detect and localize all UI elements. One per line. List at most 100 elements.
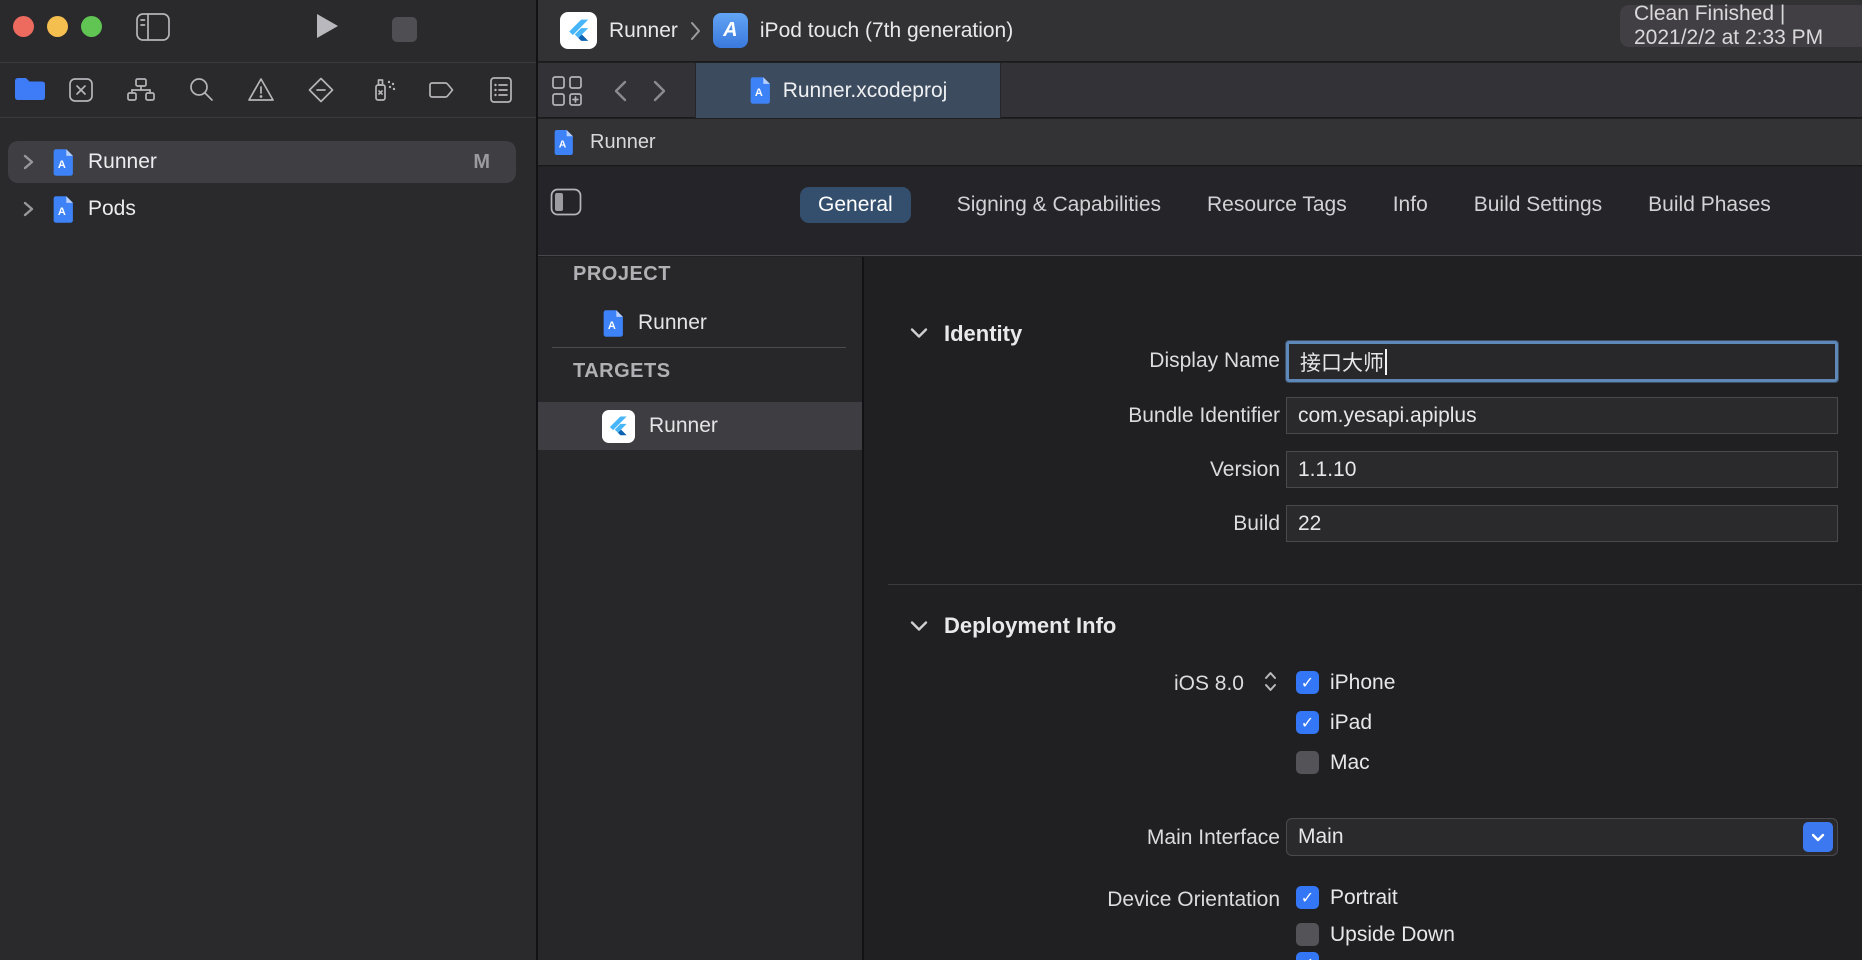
editor-tab-bar: A Runner.xcodeproj: [538, 63, 1862, 118]
iphone-checkbox-label: iPhone: [1330, 671, 1395, 695]
breakpoint-navigator-icon[interactable]: [426, 75, 456, 105]
upside-down-checkbox-label: Upside Down: [1330, 923, 1455, 947]
toggle-project-list-icon[interactable]: [550, 188, 582, 216]
tab-runner-xcodeproj[interactable]: A Runner.xcodeproj: [695, 63, 1001, 118]
disclosure-chevron-icon[interactable]: [22, 153, 34, 171]
portrait-checkbox[interactable]: [1296, 886, 1319, 909]
activity-status-text: Clean Finished | 2021/2/2 at 2:33 PM: [1634, 2, 1862, 50]
version-label: Version: [940, 458, 1280, 482]
identity-section-title: Identity: [944, 321, 1022, 347]
deployment-disclosure-icon[interactable]: [910, 620, 928, 632]
simulator-app-icon: A: [713, 13, 748, 48]
source-control-icon[interactable]: [66, 75, 96, 105]
xcode-window: A Runner M A Pods Runner A iPod touch (7…: [0, 0, 1862, 960]
project-editor-tab-strip: General Signing & Capabilities Resource …: [538, 167, 1862, 256]
issue-navigator-icon[interactable]: [246, 75, 276, 105]
main-interface-label: Main Interface: [940, 826, 1280, 850]
bundle-identifier-input[interactable]: com.yesapi.apiplus: [1286, 397, 1838, 434]
toolbar: Runner A iPod touch (7th generation) Cle…: [538, 0, 1862, 62]
stop-button[interactable]: [392, 17, 417, 42]
deployment-section-title: Deployment Info: [944, 613, 1116, 639]
ipad-checkbox-label: iPad: [1330, 711, 1372, 735]
xcodeproj-file-icon: A: [52, 196, 74, 223]
svg-text:A: A: [755, 87, 763, 99]
targets-header: TARGETS: [573, 360, 671, 383]
tab-label: Runner.xcodeproj: [783, 79, 948, 103]
svg-text:A: A: [559, 139, 567, 150]
build-value: 22: [1298, 512, 1321, 536]
dropdown-chevron-icon[interactable]: [1803, 822, 1833, 852]
go-back-icon[interactable]: [612, 79, 628, 103]
ios-version-stepper[interactable]: [1264, 671, 1277, 692]
project-row-runner[interactable]: A Runner: [538, 299, 862, 347]
svg-text:A: A: [608, 320, 616, 332]
display-name-label: Display Name: [940, 349, 1280, 373]
tab-signing-capabilities[interactable]: Signing & Capabilities: [957, 193, 1161, 217]
run-destination-selector[interactable]: iPod touch (7th generation): [760, 19, 1013, 43]
section-divider: [888, 584, 1862, 585]
project-navigator-icon[interactable]: [14, 75, 44, 105]
navigator-item-pods[interactable]: A Pods: [8, 188, 516, 230]
navigator-item-label: Runner: [88, 150, 157, 174]
navigator-sidebar: A Runner M A Pods: [0, 0, 536, 960]
toggle-navigator-icon[interactable]: [135, 12, 171, 42]
debug-navigator-icon[interactable]: [368, 75, 398, 105]
tab-build-phases[interactable]: Build Phases: [1648, 193, 1771, 217]
partial-checkbox[interactable]: [1296, 952, 1319, 960]
navigator-rail: [0, 63, 536, 117]
scheme-selector[interactable]: Runner: [609, 19, 678, 43]
project-header: PROJECT: [573, 263, 671, 286]
report-navigator-icon[interactable]: [486, 75, 516, 105]
bundle-identifier-value: com.yesapi.apiplus: [1298, 404, 1477, 428]
text-caret: [1385, 349, 1387, 375]
project-row-label: Runner: [638, 311, 707, 335]
version-input[interactable]: 1.1.10: [1286, 451, 1838, 488]
xcodeproj-file-icon: A: [749, 77, 771, 104]
target-row-label: Runner: [649, 414, 718, 438]
ios-version-label[interactable]: iOS 8.0: [904, 672, 1244, 696]
activity-status[interactable]: Clean Finished | 2021/2/2 at 2:33 PM: [1620, 5, 1862, 47]
modified-badge: M: [473, 151, 490, 174]
upside-down-checkbox[interactable]: [1296, 923, 1319, 946]
go-forward-icon[interactable]: [652, 79, 668, 103]
build-label: Build: [940, 512, 1280, 536]
target-row-runner[interactable]: Runner: [538, 402, 862, 450]
main-interface-dropdown[interactable]: Main: [1286, 818, 1838, 856]
project-targets-panel: PROJECT A Runner TARGETS Runner: [538, 257, 864, 960]
version-value: 1.1.10: [1298, 458, 1356, 482]
navigator-item-runner[interactable]: A Runner M: [8, 141, 516, 183]
minimize-window-button[interactable]: [47, 16, 68, 37]
run-button[interactable]: [314, 12, 340, 40]
sidebar-divider[interactable]: [536, 0, 538, 960]
flutter-target-icon: [602, 410, 635, 443]
display-name-input[interactable]: 接口大师: [1286, 341, 1838, 382]
test-navigator-icon[interactable]: [306, 75, 336, 105]
editor-breadcrumb-bar: A Runner: [538, 119, 1862, 166]
navigator-item-label: Pods: [88, 197, 136, 221]
ipad-checkbox[interactable]: [1296, 711, 1319, 734]
find-navigator-icon[interactable]: [186, 75, 216, 105]
symbol-navigator-icon[interactable]: [126, 75, 156, 105]
tab-overview-icon[interactable]: [551, 75, 583, 107]
breadcrumb[interactable]: Runner: [590, 131, 656, 154]
tab-resource-tags[interactable]: Resource Tags: [1207, 193, 1347, 217]
disclosure-chevron-icon[interactable]: [22, 200, 34, 218]
close-window-button[interactable]: [13, 16, 34, 37]
iphone-checkbox[interactable]: [1296, 671, 1319, 694]
mac-checkbox[interactable]: [1296, 751, 1319, 774]
xcodeproj-file-icon: A: [553, 130, 574, 155]
tab-general[interactable]: General: [800, 187, 911, 223]
build-input[interactable]: 22: [1286, 505, 1838, 542]
bundle-identifier-label: Bundle Identifier: [940, 404, 1280, 428]
tab-build-settings[interactable]: Build Settings: [1474, 193, 1602, 217]
tab-info[interactable]: Info: [1393, 193, 1428, 217]
breadcrumb-chevron-icon: [690, 21, 701, 41]
svg-text:A: A: [58, 159, 66, 171]
zoom-window-button[interactable]: [81, 16, 102, 37]
portrait-checkbox-label: Portrait: [1330, 886, 1398, 910]
device-orientation-label: Device Orientation: [940, 888, 1280, 912]
panel-divider: [552, 347, 846, 348]
main-interface-value: Main: [1298, 825, 1344, 849]
svg-text:A: A: [58, 206, 66, 218]
identity-disclosure-icon[interactable]: [910, 327, 928, 339]
